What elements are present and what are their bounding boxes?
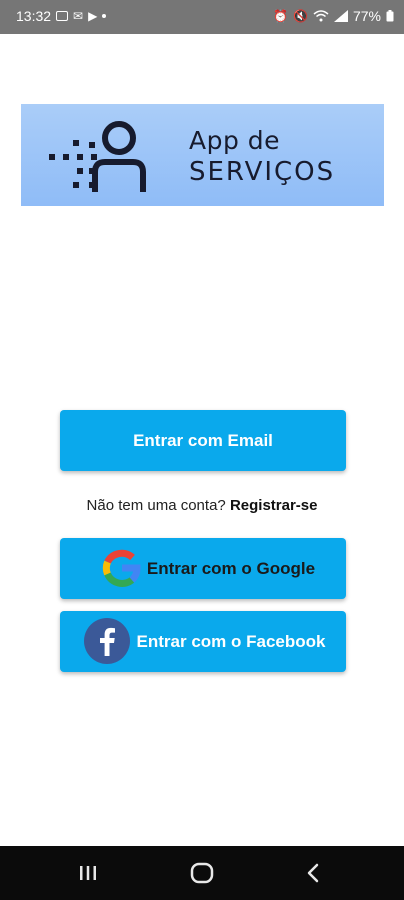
logo-line2: SERVIÇOS [189, 157, 336, 187]
status-right: ⏰ 🔇 77% [273, 8, 394, 24]
youtube-icon: ▶ [88, 9, 98, 23]
facebook-login-label: Entrar com o Facebook [136, 631, 326, 651]
gmail-icon: ✉ [73, 9, 84, 23]
battery-icon [386, 10, 394, 22]
gallery-icon [56, 11, 69, 21]
app-logo: App de SERVIÇOS [21, 104, 384, 206]
back-icon[interactable] [301, 860, 327, 886]
recent-apps-icon[interactable] [75, 860, 101, 886]
home-icon[interactable] [189, 860, 215, 886]
facebook-login-button[interactable]: Entrar com o Facebook [60, 611, 346, 672]
logo-text: App de SERVIÇOS [189, 126, 335, 188]
status-time: 13:32 [16, 8, 52, 24]
google-login-label: Entrar com o Google [146, 558, 316, 578]
mute-icon: 🔇 [293, 9, 308, 23]
status-left: 13:32 ✉ ▶ [16, 8, 107, 24]
alarm-icon: ⏰ [273, 9, 289, 23]
register-link[interactable]: Registrar-se [230, 497, 318, 514]
signal-icon [333, 10, 348, 22]
email-login-button[interactable]: Entrar com Email [60, 410, 346, 471]
logo-line1: App de [189, 126, 281, 155]
wifi-icon [313, 10, 329, 22]
facebook-icon [84, 618, 130, 664]
status-bar: 13:32 ✉ ▶ ⏰ 🔇 77% [0, 0, 404, 34]
register-prompt: Não tem uma conta? [86, 497, 226, 514]
google-login-button[interactable]: Entrar com o Google [60, 538, 346, 599]
battery-text: 77% [352, 8, 381, 24]
dot-icon [102, 14, 107, 18]
google-icon [102, 549, 141, 587]
email-login-label: Entrar com Email [133, 430, 273, 450]
register-row: Não tem uma conta? Registrar-se [0, 497, 404, 514]
navigation-bar [0, 846, 404, 900]
person-logo-icon [49, 121, 146, 192]
